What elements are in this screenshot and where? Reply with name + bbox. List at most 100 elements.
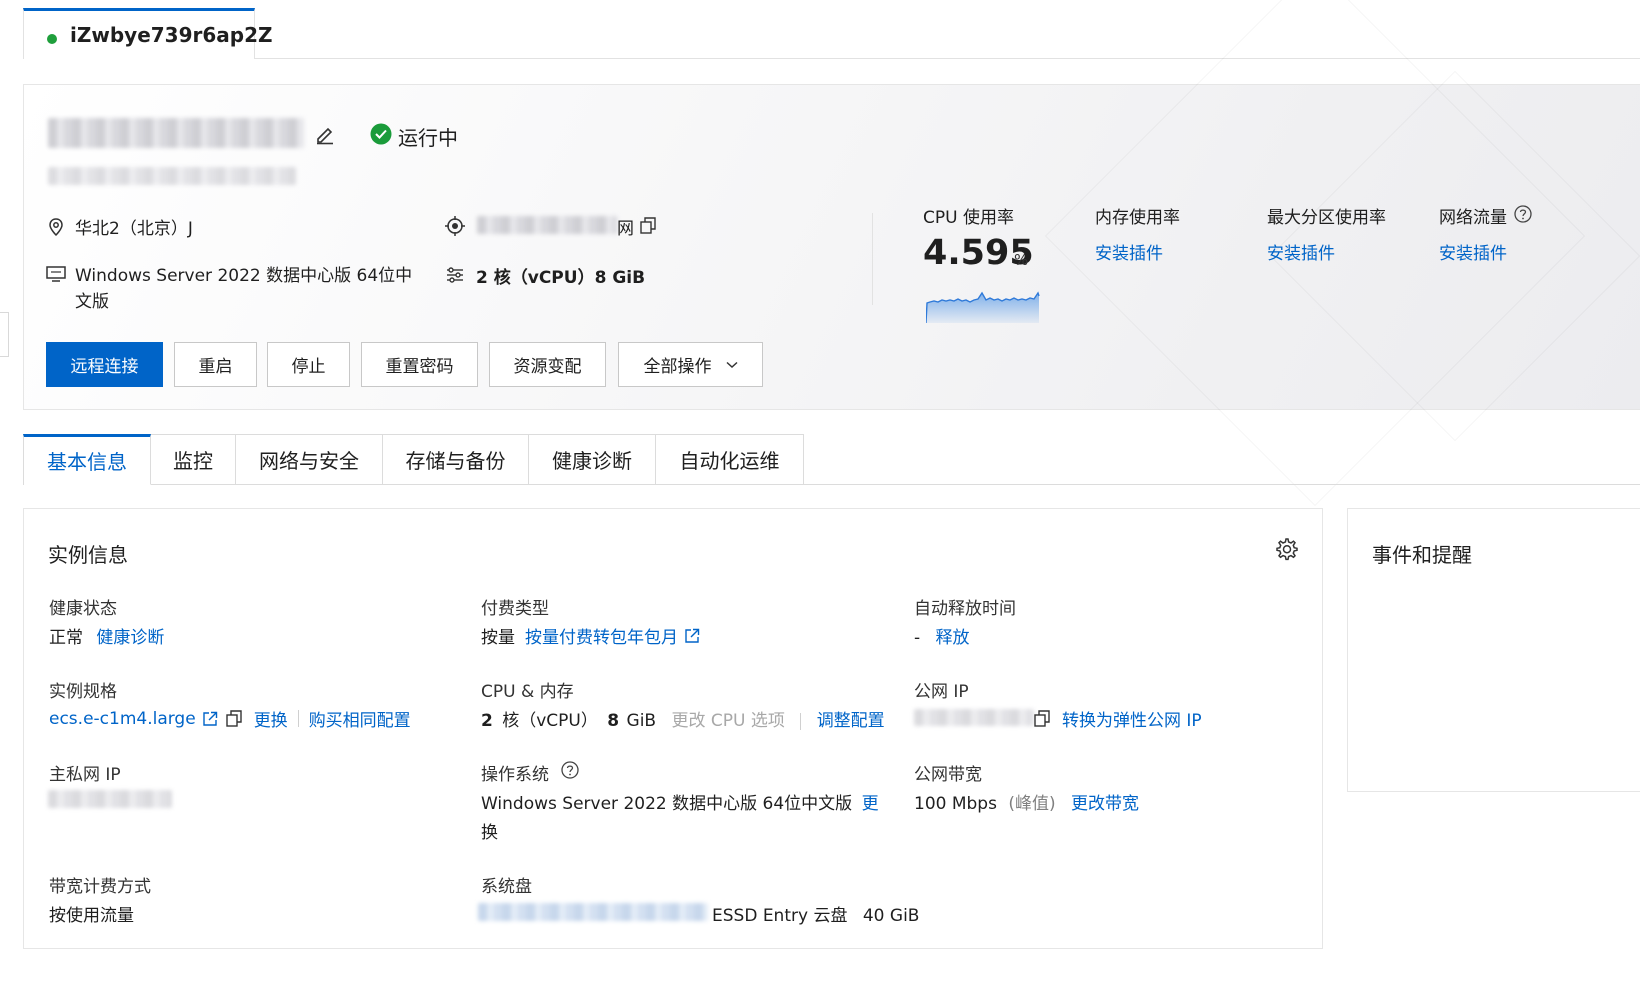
all-actions-button[interactable]: 全部操作 (618, 342, 763, 387)
remote-connect-button[interactable]: 远程连接 (46, 342, 163, 387)
health-value: 正常 (49, 628, 83, 648)
instance-info-card: 实例信息 健康状态 正常 健康诊断 实例规格 ecs.e-c1m4.large … (23, 508, 1323, 949)
resize-button[interactable]: 资源变配 (489, 342, 606, 387)
os-change-link-wrap[interactable]: 换 (481, 818, 498, 843)
memory-usage-title: 内存使用率 (1095, 208, 1180, 228)
mem-value: 8 (607, 711, 620, 731)
adjust-config-link[interactable]: 调整配置 (817, 711, 885, 731)
card-title: 实例信息 (48, 543, 128, 567)
tab-basic-info[interactable]: 基本信息 (23, 434, 151, 485)
tab-automation[interactable]: 自动化运维 (656, 434, 804, 485)
tab-network-security[interactable]: 网络与安全 (236, 434, 383, 485)
bandwidth-label: 公网带宽 (914, 765, 982, 785)
instance-overview-panel: 运行中 华北2（北京）J 网 Windows Server 2022 数据中心版… (23, 0, 1640, 507)
system-disk-size: 40 GiB (862, 906, 920, 926)
os-label: 操作系统 (481, 765, 549, 785)
tab-divider (255, 58, 1640, 59)
system-disk-type: ESSD Entry 云盘 (712, 906, 848, 926)
bandwidth-value: 100 Mbps (914, 794, 997, 814)
restart-button[interactable]: 重启 (174, 342, 257, 387)
divider (297, 710, 299, 727)
release-value: - (914, 628, 921, 648)
cpu-usage-unit: % (1014, 251, 1029, 269)
tab-storage-backup[interactable]: 存储与备份 (383, 434, 529, 485)
cpu-text: 核（vCPU） (502, 711, 598, 731)
gear-icon[interactable] (1275, 537, 1299, 561)
external-link-icon[interactable] (684, 628, 700, 644)
health-label: 健康状态 (49, 599, 117, 619)
sidebar-collapse-handle[interactable] (0, 312, 9, 357)
convert-eip-link[interactable]: 转换为弹性公网 IP (1062, 706, 1202, 731)
spec-value-link[interactable]: ecs.e-c1m4.large (49, 709, 196, 729)
edit-icon[interactable] (314, 123, 336, 145)
cpu-sparkline[interactable] (926, 289, 1040, 323)
cpu-mem-label: CPU & 内存 (481, 682, 574, 702)
events-card: 事件和提醒 (1347, 508, 1640, 792)
location-icon (47, 217, 65, 237)
public-ip-redacted (914, 709, 1034, 726)
status-dot (47, 34, 57, 44)
release-link[interactable]: 释放 (936, 628, 970, 648)
system-disk-row: ESSD Entry 云盘 40 GiB (712, 901, 919, 926)
public-ip-row: 转换为弹性公网 IP (1034, 706, 1202, 731)
tab-health-diagnosis[interactable]: 健康诊断 (529, 434, 656, 485)
disk-install-plugin-link[interactable]: 安装插件 (1267, 239, 1335, 264)
buy-same-config-link[interactable]: 购买相同配置 (309, 706, 411, 731)
divider (800, 712, 802, 730)
external-link-icon[interactable] (202, 711, 218, 727)
disk-usage-title: 最大分区使用率 (1267, 208, 1386, 228)
health-diagnosis-link[interactable]: 健康诊断 (96, 628, 164, 648)
system-disk-id-redacted (478, 903, 708, 921)
billing-value: 按量 (481, 628, 515, 648)
instance-name-redacted (48, 118, 304, 148)
os-change-link[interactable]: 更 (862, 794, 879, 814)
reset-password-button[interactable]: 重置密码 (361, 342, 478, 387)
bw-billing-label: 带宽计费方式 (49, 877, 151, 897)
instance-tab-label: iZwbye739r6ap2Z (70, 23, 273, 47)
bandwidth-row: 100 Mbps (峰值) 更改带宽 (914, 789, 1139, 814)
metrics-divider (872, 213, 873, 305)
release-row: - 释放 (914, 623, 970, 648)
convert-subscription-link[interactable]: 按量付费转包年包月 (525, 623, 678, 648)
spec-text: 2 核（vCPU）8 GiB (476, 268, 646, 288)
tab-monitor[interactable]: 监控 (151, 434, 236, 485)
ip-suffix: 网 (617, 219, 634, 239)
instance-tab[interactable]: iZwbye739r6ap2Z (23, 8, 273, 59)
help-icon[interactable] (561, 761, 579, 779)
copy-icon[interactable] (640, 217, 656, 234)
cpu-usage-title: CPU 使用率 (923, 208, 1014, 228)
memory-install-plugin-link[interactable]: 安装插件 (1095, 239, 1163, 264)
spec-row: ecs.e-c1m4.large 更换 购买相同配置 (49, 706, 411, 732)
os-value: Windows Server 2022 数据中心版 64位中文版 (481, 794, 853, 814)
spec-label: 实例规格 (49, 682, 117, 702)
billing-row: 按量 按量付费转包年包月 (481, 623, 700, 648)
monitor-icon (46, 265, 66, 283)
os-text: Windows Server 2022 数据中心版 64位中文版 (75, 266, 413, 312)
chevron-down-icon (725, 361, 738, 369)
tabs-baseline (803, 484, 1640, 485)
billing-label: 付费类型 (481, 599, 549, 619)
spec-change-link[interactable]: 更换 (254, 706, 288, 731)
all-actions-label: 全部操作 (643, 357, 712, 377)
bw-billing-value: 按使用流量 (49, 906, 134, 926)
region-text: 华北2（北京）J (75, 219, 193, 239)
cpu-option-link: 更改 CPU 选项 (671, 711, 785, 731)
check-circle-icon (370, 123, 392, 145)
help-icon[interactable] (1514, 205, 1532, 223)
events-title: 事件和提醒 (1372, 543, 1472, 567)
bandwidth-peak: (峰值) (1008, 794, 1056, 814)
change-bandwidth-link[interactable]: 更改带宽 (1071, 794, 1139, 814)
cpu-count: 2 (481, 711, 493, 731)
private-ip-redacted (48, 790, 172, 808)
stop-button[interactable]: 停止 (267, 342, 350, 387)
health-row: 正常 健康诊断 (49, 623, 164, 648)
instance-id-redacted (48, 167, 296, 185)
public-ip-label: 公网 IP (914, 682, 969, 702)
tabs-baseline-left (23, 484, 24, 485)
network-install-plugin-link[interactable]: 安装插件 (1439, 239, 1507, 264)
copy-icon[interactable] (1034, 710, 1050, 727)
release-label: 自动释放时间 (914, 599, 1016, 619)
target-icon (445, 216, 465, 236)
copy-icon[interactable] (225, 710, 242, 727)
network-traffic-title: 网络流量 (1439, 208, 1507, 228)
